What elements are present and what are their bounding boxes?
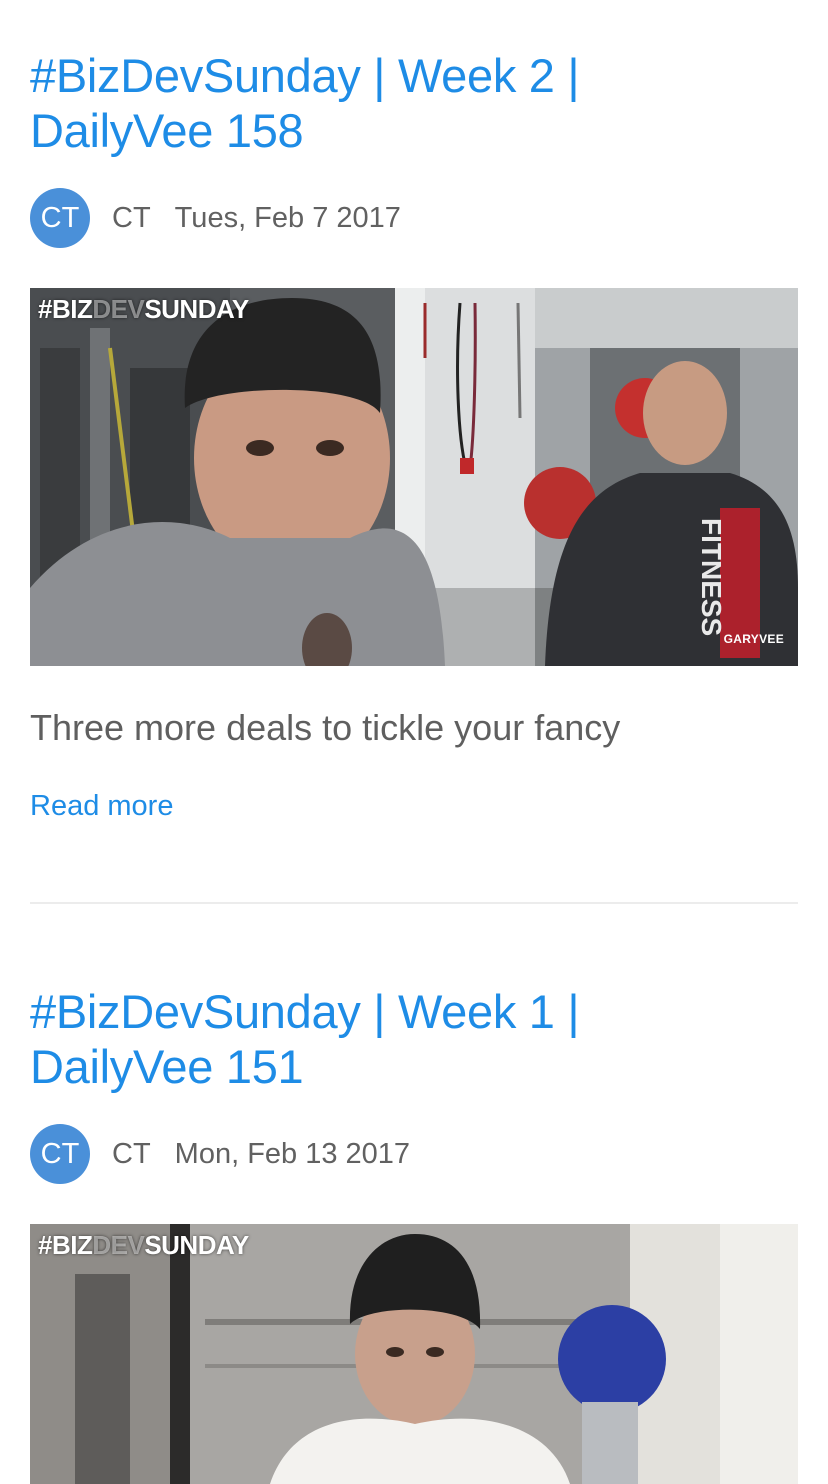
blog-post: #BizDevSunday | Week 2 | DailyVee 158 CT… (30, 48, 798, 823)
post-meta: CT CT Tues, Feb 7 2017 (30, 188, 798, 248)
overlay-text-part: DEV (92, 1230, 145, 1260)
author-name[interactable]: CT (112, 1138, 151, 1171)
author-avatar[interactable]: CT (30, 188, 90, 248)
overlay-text-part: #BIZ (38, 1230, 93, 1260)
overlay-text-part: SUNDAY (144, 1230, 249, 1260)
overlay-text-part: DEV (92, 294, 145, 324)
post-date: Mon, Feb 13 2017 (174, 1137, 411, 1170)
garyvee-watermark: GARYVEE (723, 632, 784, 646)
post-title-link[interactable]: #BizDevSunday | Week 1 | DailyVee 151 (30, 984, 730, 1094)
shirt-text: FITNESS (696, 518, 727, 636)
post-divider (30, 902, 798, 904)
blog-post: #BizDevSunday | Week 1 | DailyVee 151 CT… (30, 984, 798, 1484)
post-excerpt: Three more deals to tickle your fancy (30, 707, 621, 748)
post-thumbnail[interactable]: FITNESS #BIZDEVSUNDAY GARYVEE (30, 288, 798, 666)
post-thumbnail[interactable]: #BIZDEVSUNDAY (30, 1224, 798, 1484)
overlay-text-part: #BIZ (38, 294, 93, 324)
bizdevsunday-overlay: #BIZDEVSUNDAY (38, 294, 249, 325)
post-title-link[interactable]: #BizDevSunday | Week 2 | DailyVee 158 (30, 48, 730, 158)
overlay-text-part: SUNDAY (144, 294, 249, 324)
author-avatar[interactable]: CT (30, 1124, 90, 1184)
read-more-link[interactable]: Read more (30, 790, 173, 823)
author-name[interactable]: CT (112, 202, 151, 235)
bizdevsunday-overlay: #BIZDEVSUNDAY (38, 1230, 249, 1261)
gym-video-image (30, 1224, 798, 1484)
gym-selfie-image: FITNESS (30, 288, 798, 666)
post-meta: CT CT Mon, Feb 13 2017 (30, 1124, 798, 1184)
post-date: Tues, Feb 7 2017 (174, 201, 401, 234)
